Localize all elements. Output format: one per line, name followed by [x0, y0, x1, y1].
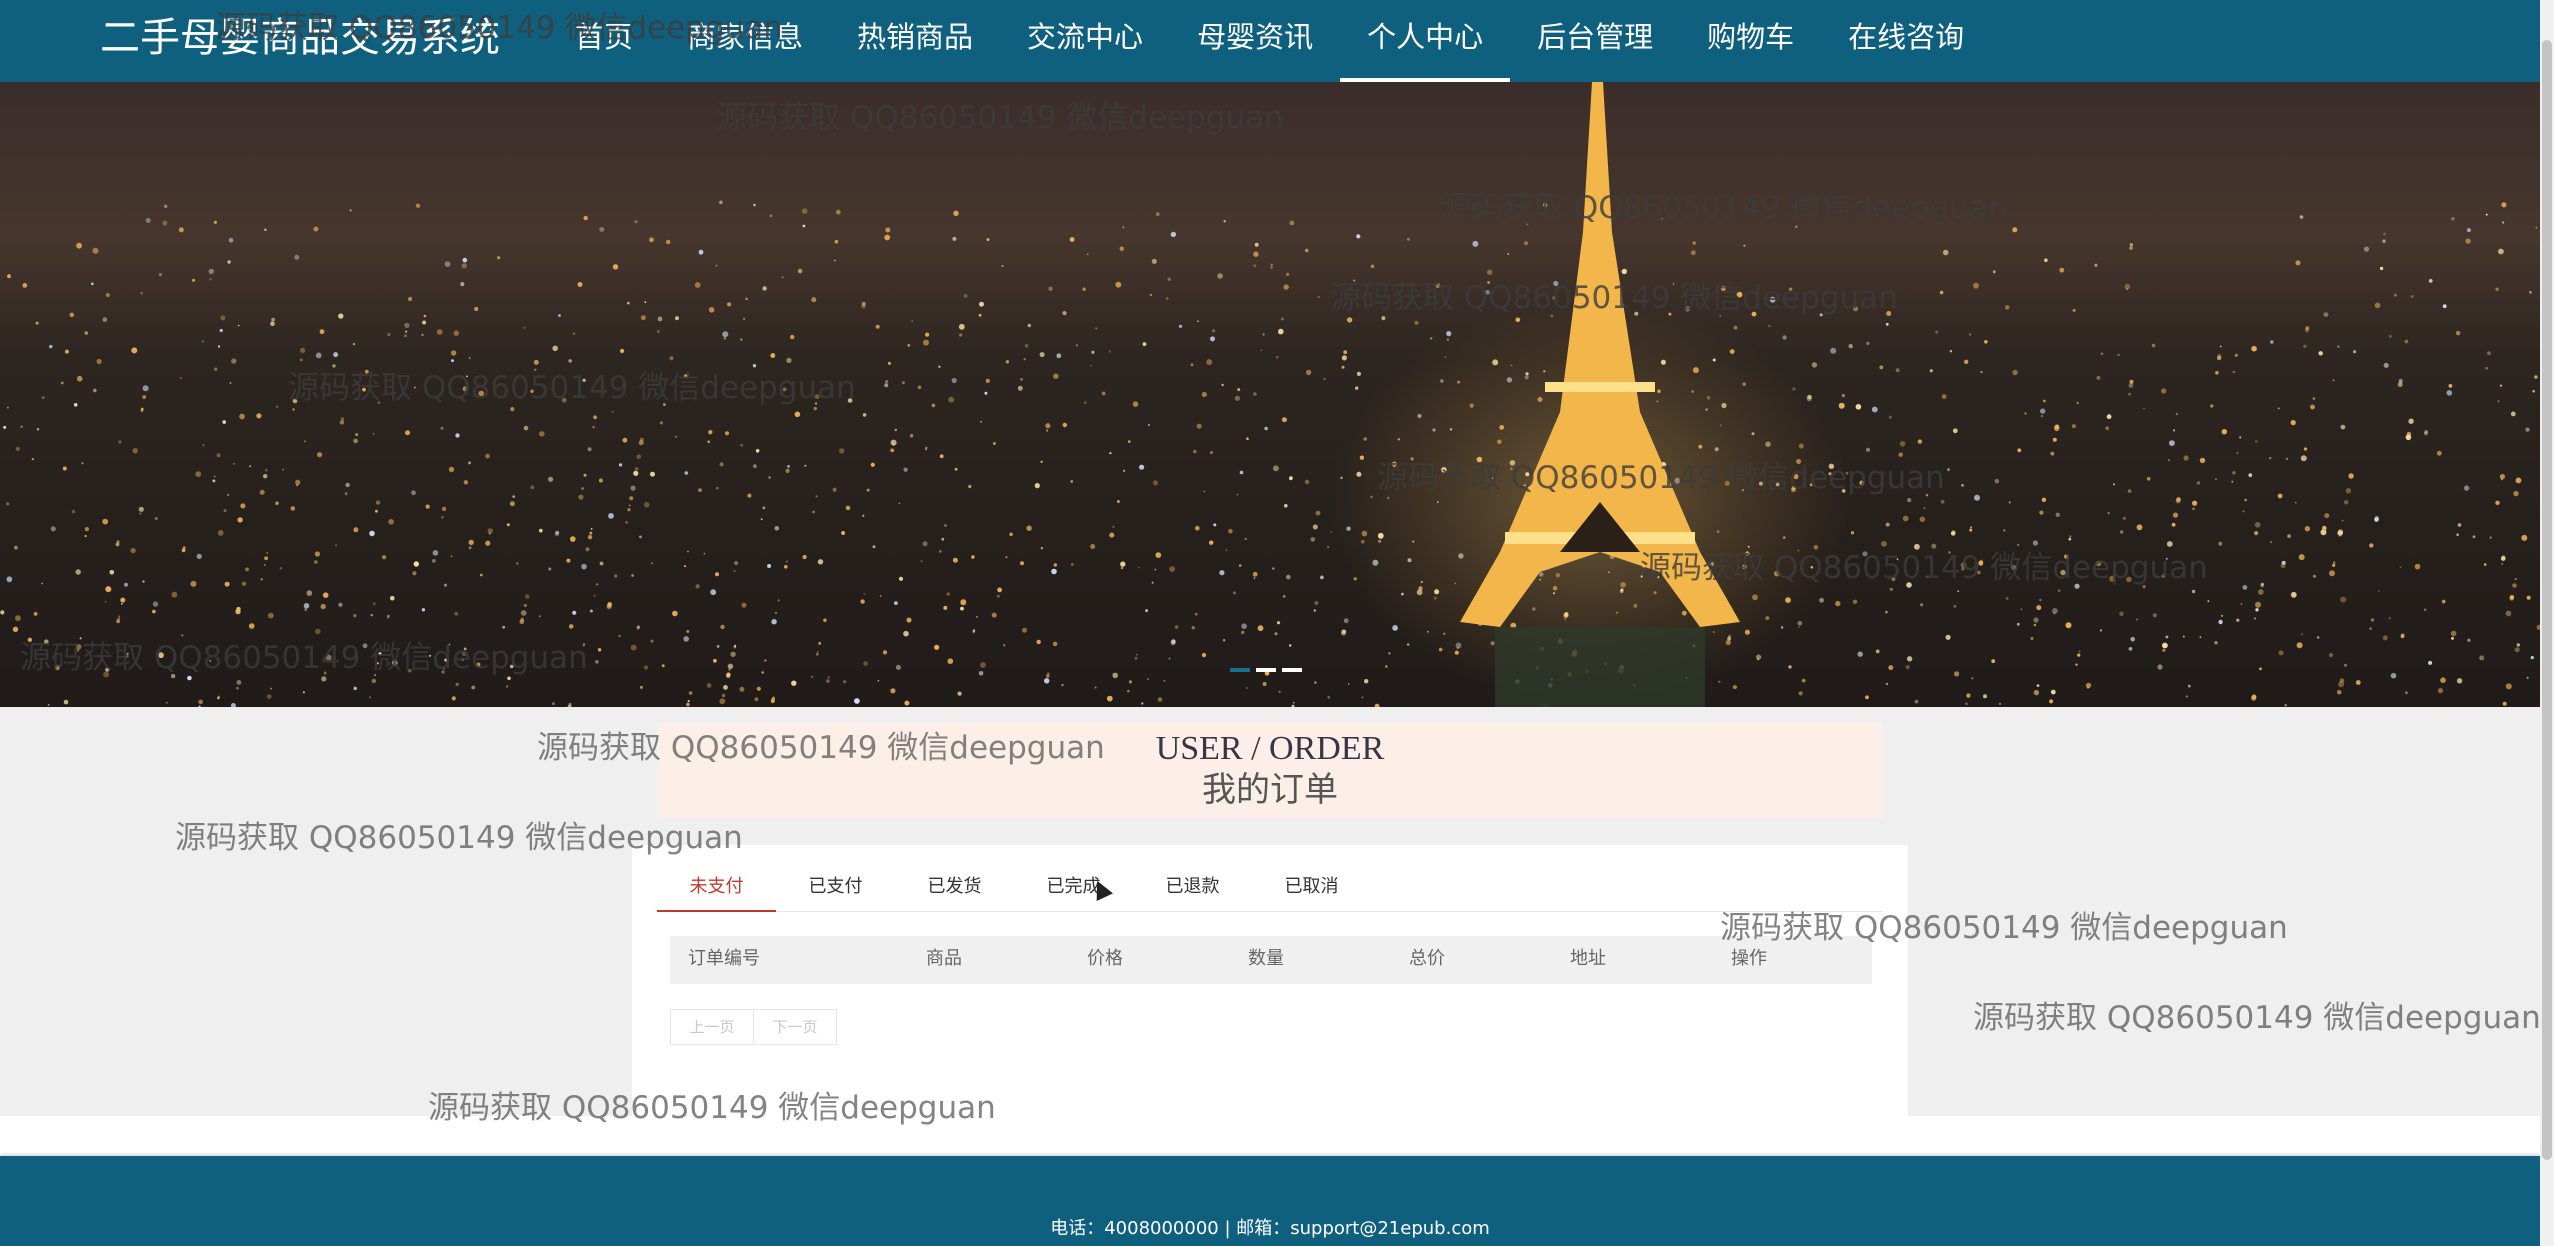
col-total: 总价	[1409, 948, 1445, 969]
heading-chinese: 我的订单	[1202, 770, 1338, 810]
col-address: 地址	[1570, 948, 1606, 969]
col-product: 商品	[926, 948, 962, 969]
section-heading: USER / ORDER 我的订单	[657, 723, 1883, 818]
page-scrollbar[interactable]	[2540, 0, 2554, 1246]
col-price: 价格	[1087, 948, 1123, 969]
heading-english: USER / ORDER	[1155, 730, 1385, 767]
tab-completed[interactable]: 已完成	[1014, 865, 1133, 911]
slide-dot-3[interactable]	[1282, 668, 1302, 672]
slide-indicators	[1230, 668, 1302, 672]
nav-hot-products[interactable]: 热销商品	[830, 0, 1000, 82]
orders-table-header: 订单编号 商品 价格 数量 总价 地址 操作	[670, 936, 1872, 984]
nav-user-center[interactable]: 个人中心	[1340, 0, 1511, 82]
tab-cancelled[interactable]: 已取消	[1252, 865, 1371, 911]
nav-merchants[interactable]: 商家信息	[660, 0, 830, 82]
hero-banner	[0, 82, 2540, 707]
pagination: 上一页 下一页	[670, 1009, 837, 1045]
main-nav: 首页 商家信息 热销商品 交流中心 母婴资讯 个人中心 后台管理 购物车 在线咨…	[548, 0, 1991, 82]
city-night-image	[0, 82, 2540, 707]
tab-paid[interactable]: 已支付	[776, 865, 895, 911]
nav-cart[interactable]: 购物车	[1680, 0, 1821, 82]
nav-online-chat[interactable]: 在线咨询	[1821, 0, 1991, 82]
order-status-tabs: 未支付 已支付 已发货 已完成 已退款 已取消	[657, 865, 1883, 912]
slide-dot-2[interactable]	[1256, 668, 1276, 672]
col-order-number: 订单编号	[688, 948, 760, 969]
footer-contact: 电话：4008000000 | 邮箱：support@21epub.com	[1050, 1218, 1490, 1239]
col-actions: 操作	[1731, 948, 1767, 969]
footer-spacer	[0, 1116, 2540, 1156]
watermark-text: 源码获取 QQ86050149 微信deepguan	[1973, 1000, 2541, 1036]
nav-home[interactable]: 首页	[548, 0, 660, 82]
next-page-button[interactable]: 下一页	[753, 1009, 837, 1045]
slide-dot-1[interactable]	[1230, 668, 1250, 672]
prev-page-button[interactable]: 上一页	[670, 1009, 754, 1045]
nav-forum[interactable]: 交流中心	[1000, 0, 1170, 82]
tab-shipped[interactable]: 已发货	[895, 865, 1014, 911]
tab-refunded[interactable]: 已退款	[1133, 865, 1252, 911]
col-quantity: 数量	[1248, 948, 1284, 969]
nav-admin[interactable]: 后台管理	[1510, 0, 1680, 82]
nav-news[interactable]: 母婴资讯	[1170, 0, 1340, 82]
orders-panel: 未支付 已支付 已发货 已完成 已退款 已取消 订单编号 商品 价格 数量 总价…	[632, 845, 1908, 1116]
tab-unpaid[interactable]: 未支付	[657, 865, 776, 912]
scrollbar-thumb[interactable]	[2542, 40, 2552, 1160]
site-footer: 电话：4008000000 | 邮箱：support@21epub.com	[0, 1156, 2540, 1246]
top-navbar: 二手母婴商品交易系统 首页 商家信息 热销商品 交流中心 母婴资讯 个人中心 后…	[0, 0, 2540, 82]
site-brand[interactable]: 二手母婴商品交易系统	[100, 10, 500, 66]
